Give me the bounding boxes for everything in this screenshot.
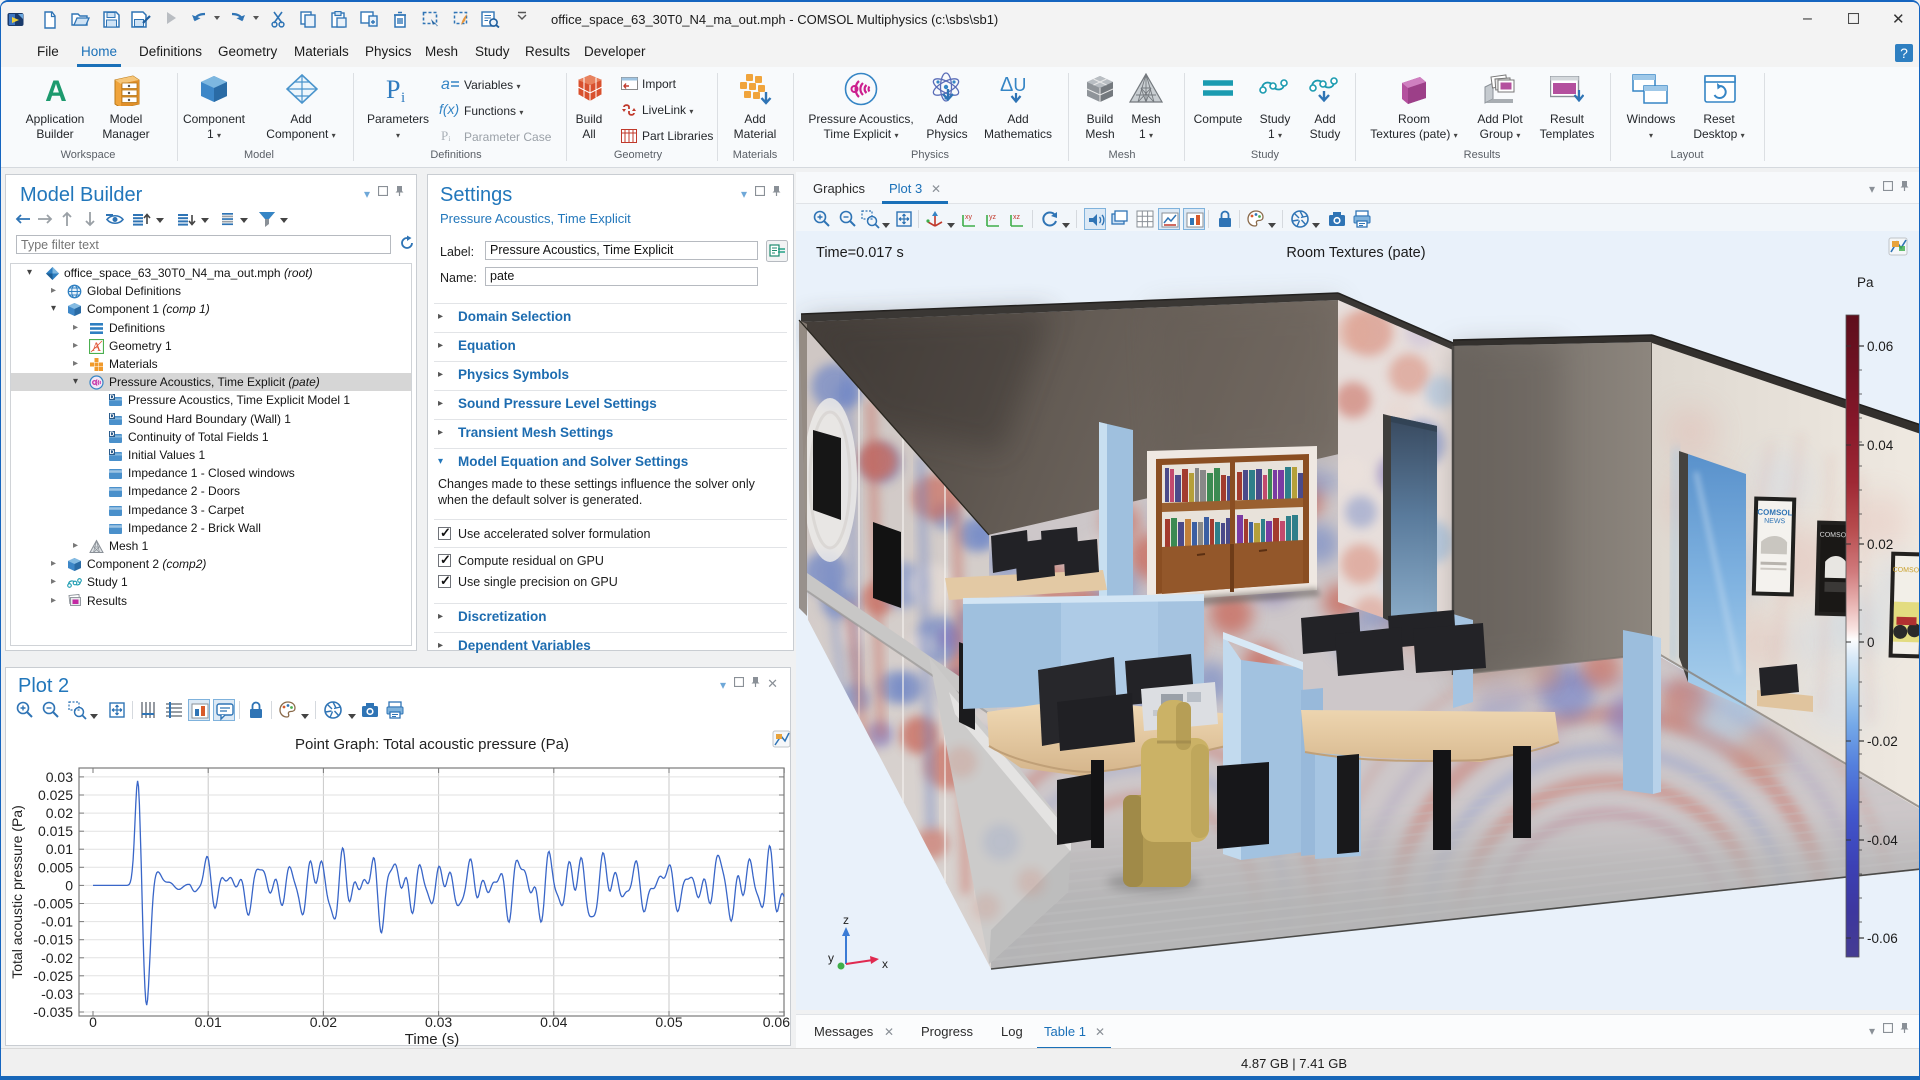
svg-text:0.02: 0.02 [46, 805, 73, 821]
svg-text:-0.015: -0.015 [33, 932, 73, 948]
svg-text:-0.02: -0.02 [41, 950, 73, 966]
svg-text:a: a [441, 76, 450, 92]
svg-text:0.015: 0.015 [38, 823, 73, 839]
svg-text:-0.005: -0.005 [33, 896, 73, 912]
svg-text:Time (s): Time (s) [405, 1031, 459, 1047]
svg-text:x: x [882, 957, 888, 971]
svg-text:Point Graph: Total acoustic pr: Point Graph: Total acoustic pressure (Pa… [295, 736, 569, 753]
svg-text:-0.02: -0.02 [1867, 734, 1898, 749]
svg-text:xz: xz [1013, 214, 1021, 221]
svg-text:Total acoustic pressure (Pa): Total acoustic pressure (Pa) [9, 805, 25, 979]
svg-text:0.025: 0.025 [38, 787, 73, 803]
svg-text:-0.06: -0.06 [1867, 931, 1898, 946]
svg-text:A: A [45, 75, 67, 105]
svg-text:COMSOL: COMSOL [1757, 508, 1792, 518]
svg-text:0.03: 0.03 [425, 1014, 452, 1030]
svg-text:D: D [110, 413, 115, 420]
svg-text:D: D [110, 449, 115, 456]
svg-text:0.01: 0.01 [46, 841, 73, 857]
svg-text:xy: xy [965, 214, 973, 221]
svg-text:-0.025: -0.025 [33, 968, 73, 984]
svg-text:i: i [401, 90, 405, 103]
svg-text:0: 0 [1867, 635, 1875, 650]
svg-text:0: 0 [65, 877, 73, 893]
svg-text:Pᵢ: Pᵢ [441, 128, 451, 143]
svg-text:-0.03: -0.03 [41, 986, 73, 1002]
svg-text:P: P [386, 75, 400, 103]
svg-text:0.04: 0.04 [540, 1014, 567, 1030]
svg-text:0: 0 [89, 1014, 97, 1030]
svg-text:0.04: 0.04 [1867, 438, 1894, 453]
svg-text:0.01: 0.01 [195, 1014, 222, 1030]
svg-text:0.03: 0.03 [46, 769, 73, 785]
svg-text:Time=0.017 s: Time=0.017 s [816, 245, 904, 261]
svg-text:-0.04: -0.04 [1867, 833, 1898, 848]
svg-text:0.06: 0.06 [1867, 339, 1893, 354]
svg-text:yz: yz [989, 214, 997, 221]
svg-text:0.02: 0.02 [1867, 537, 1893, 552]
svg-text:-0.035: -0.035 [33, 1004, 73, 1020]
svg-text:0.05: 0.05 [655, 1014, 682, 1030]
svg-text:ΔU: ΔU [1000, 74, 1026, 96]
svg-text:NEWS: NEWS [1764, 518, 1786, 526]
svg-text:COMSOL: COMSOL [1893, 567, 1920, 575]
svg-text:f(x): f(x) [439, 102, 459, 117]
svg-text:0.005: 0.005 [38, 859, 73, 875]
svg-text:Room Textures (pate): Room Textures (pate) [1286, 245, 1425, 261]
svg-text:0.02: 0.02 [310, 1014, 337, 1030]
svg-text:D: D [110, 431, 115, 438]
svg-text:y: y [828, 951, 834, 965]
svg-text:?: ? [1900, 45, 1908, 61]
svg-text:-0.01: -0.01 [41, 914, 73, 930]
svg-text:D: D [110, 394, 115, 401]
svg-text:0.06: 0.06 [763, 1014, 790, 1030]
svg-text:z: z [843, 913, 849, 927]
svg-text:Pa: Pa [1857, 275, 1874, 290]
